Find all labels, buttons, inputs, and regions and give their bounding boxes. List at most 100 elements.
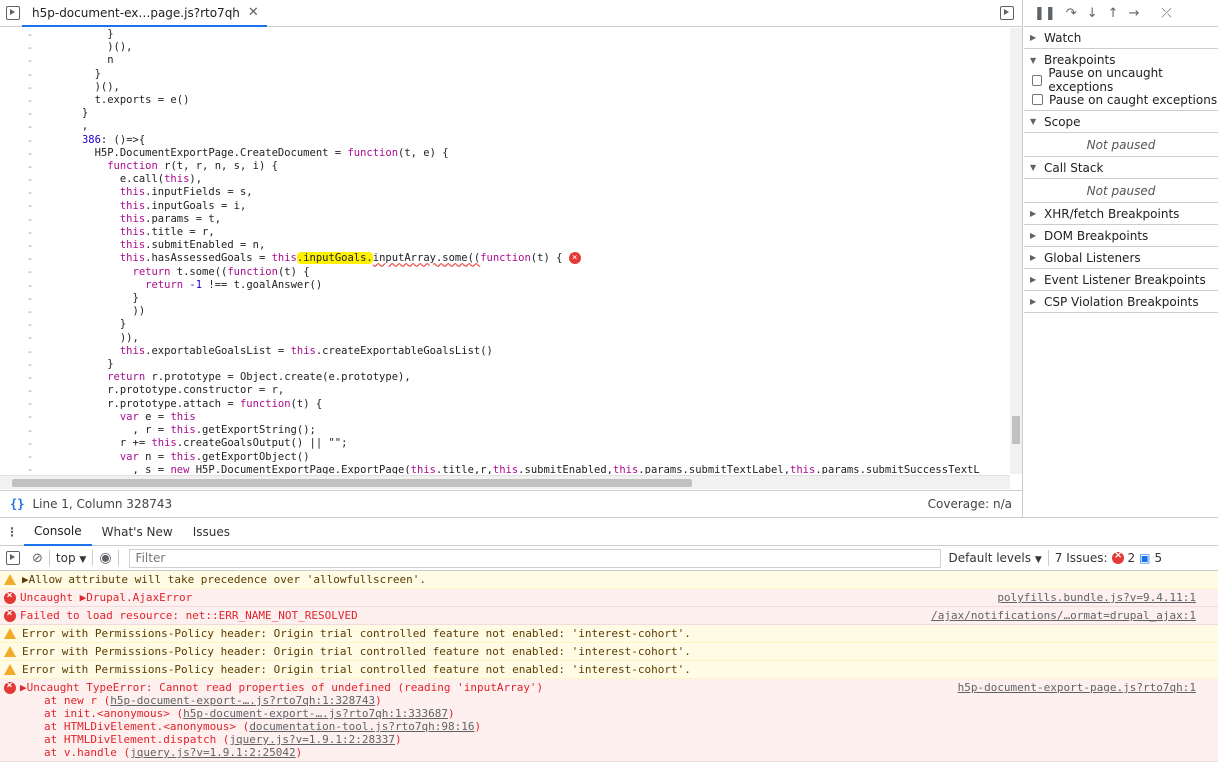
code-line[interactable]: this.exportableGoalsList = this.createEx… — [44, 345, 493, 357]
exception-message[interactable]: ▶Uncaught TypeError: Cannot read propert… — [0, 679, 1218, 762]
sidebar-section-event-listener-breakpoints[interactable]: ▶ Event Listener Breakpoints — [1024, 269, 1218, 291]
code-line[interactable]: r.prototype.attach = function(t) { — [44, 398, 322, 410]
code-line[interactable]: n — [44, 54, 113, 66]
console-message[interactable]: Error with Permissions-Policy header: Or… — [0, 661, 1218, 679]
toggle-debugger-icon[interactable] — [1000, 6, 1014, 20]
sidebar-section-csp-violation-breakpoints[interactable]: ▶ CSP Violation Breakpoints — [1024, 291, 1218, 313]
frame-prefix: at v.handle ( — [44, 746, 131, 759]
pause-icon[interactable]: ❚❚ — [1034, 6, 1056, 21]
eye-icon[interactable]: ◉ — [99, 550, 111, 566]
code-line[interactable]: function r(t, r, n, s, i) { — [44, 160, 278, 172]
code-line[interactable]: )), — [44, 332, 139, 344]
code-line[interactable]: } — [44, 68, 101, 80]
source-code[interactable]: } )(), n } )(), t.exports = e() } , 386:… — [44, 28, 1010, 474]
filter-input[interactable]: Filter — [128, 548, 941, 568]
code-line[interactable]: } — [44, 107, 88, 119]
vertical-scroll-thumb[interactable] — [1012, 416, 1020, 444]
pause-uncaught-option[interactable]: Pause on uncaught exceptions — [1024, 66, 1218, 94]
vertical-scrollbar[interactable] — [1010, 28, 1022, 474]
code-line[interactable]: this.inputGoals = i, — [44, 200, 246, 212]
tab-console[interactable]: Console — [24, 518, 92, 546]
code-line[interactable]: e.call(this), — [44, 173, 202, 185]
step-icon[interactable]: → — [1129, 6, 1140, 21]
pause-caught-option[interactable]: Pause on caught exceptions — [1024, 89, 1218, 111]
stack-frame-link[interactable]: jquery.js?v=1.9.1:2:25042 — [130, 746, 296, 759]
code-line[interactable]: return -1 !== t.goalAnswer() — [44, 279, 322, 291]
pretty-print-icon[interactable]: {} — [10, 497, 24, 511]
clear-console-icon[interactable]: ⊘ — [32, 551, 43, 566]
code-view[interactable]: } )(), n } )(), t.exports = e() } , 386:… — [44, 28, 1010, 474]
console-message[interactable]: Error with Permissions-Policy header: Or… — [0, 643, 1218, 661]
toggle-sidebar-icon[interactable] — [6, 551, 20, 565]
code-line[interactable]: , s = new H5P.DocumentExportPage.ExportP… — [44, 464, 980, 474]
source-link[interactable]: h5p-document-export-page.js?rto7qh:1 — [958, 681, 1196, 694]
code-line[interactable]: } — [44, 292, 139, 304]
console-message[interactable]: Error with Permissions-Policy header: Or… — [0, 625, 1218, 643]
horizontal-scrollbar[interactable] — [0, 475, 1010, 489]
code-line[interactable]: var e = this — [44, 411, 196, 423]
file-tab[interactable]: h5p-document-ex…page.js?rto7qh ✕ — [22, 0, 267, 27]
horizontal-scroll-thumb[interactable] — [12, 479, 692, 487]
scope-section[interactable]: ▼ Scope — [1024, 111, 1218, 133]
code-line[interactable]: this.params = t, — [44, 213, 221, 225]
error-icon[interactable]: × — [568, 252, 581, 265]
frame-suffix: ) — [447, 707, 455, 720]
breakpoint-sections: ▶ XHR/fetch Breakpoints ▶ DOM Breakpoints ▶ G… — [1024, 203, 1218, 313]
issues-counter[interactable]: 7 Issues: 2 ▣5 — [1055, 550, 1162, 565]
more-tabs-icon[interactable]: ⋮ — [0, 525, 24, 539]
step-out-icon[interactable]: ↑ — [1108, 6, 1119, 21]
sidebar-section-xhr-fetch-breakpoints[interactable]: ▶ XHR/fetch Breakpoints — [1024, 203, 1218, 225]
code-line[interactable]: )(), — [44, 41, 132, 53]
console-message[interactable]: Uncaught ▶Drupal.AjaxError polyfills.bund… — [0, 589, 1218, 607]
console-message[interactable]: ▶Allow attribute will take precedence ov… — [0, 571, 1218, 589]
pause-caught-checkbox[interactable] — [1032, 94, 1043, 105]
code-line[interactable]: this.inputFields = s, — [44, 186, 253, 198]
close-icon[interactable]: ✕ — [248, 5, 259, 20]
source-link[interactable]: /ajax/notifications/…ormat=drupal_ajax:1 — [931, 609, 1196, 622]
context-select[interactable]: top ▼ — [56, 551, 86, 565]
sidebar-section-dom-breakpoints[interactable]: ▶ DOM Breakpoints — [1024, 225, 1218, 247]
code-line[interactable]: r += this.createGoalsOutput() || ""; — [44, 437, 348, 449]
code-line[interactable]: t.exports = e() — [44, 94, 190, 106]
step-over-icon[interactable]: ↷ — [1066, 6, 1077, 21]
stack-frame-link[interactable]: documentation-tool.js?rto7qh:98:16 — [249, 720, 474, 733]
deactivate-breakpoints-icon[interactable]: ⤫ — [1161, 6, 1171, 21]
call-stack-section[interactable]: ▼ Call Stack — [1024, 157, 1218, 179]
message-text: Error with Permissions-Policy header: Or… — [22, 645, 691, 658]
code-line[interactable]: , r = this.getExportString(); — [44, 424, 316, 436]
frame-prefix: at new r ( — [44, 694, 111, 707]
code-line[interactable]: )) — [44, 305, 146, 317]
code-line[interactable]: this.submitEnabled = n, — [44, 239, 265, 251]
step-into-icon[interactable]: ↓ — [1087, 6, 1098, 21]
tab-issues[interactable]: Issues — [183, 518, 240, 546]
code-line[interactable]: return r.prototype = Object.create(e.pro… — [44, 371, 410, 383]
sidebar-section-global-listeners[interactable]: ▶ Global Listeners — [1024, 247, 1218, 269]
expand-icon: ▶ — [1030, 297, 1037, 306]
code-line[interactable]: this.title = r, — [44, 226, 215, 238]
watch-section[interactable]: ▶ Watch — [1024, 27, 1218, 49]
toggle-navigator-icon[interactable] — [6, 6, 20, 20]
stack-frame-link[interactable]: jquery.js?v=1.9.1:2:28337 — [229, 733, 395, 746]
code-line[interactable]: H5P.DocumentExportPage.CreateDocument = … — [44, 147, 449, 159]
code-line[interactable]: } — [44, 318, 126, 330]
code-line[interactable]: , — [44, 120, 88, 132]
code-line[interactable]: 386: ()=>{ — [44, 134, 145, 146]
divider — [92, 550, 94, 566]
code-line[interactable]: )(), — [44, 81, 120, 93]
code-line[interactable]: this.hasAssessedGoals = this.inputGoals.… — [44, 252, 581, 265]
stack-frame-link[interactable]: h5p-document-export-….js?rto7qh:1:328743 — [110, 694, 375, 707]
stack-frame-link[interactable]: h5p-document-export-….js?rto7qh:1:333687 — [183, 707, 448, 720]
code-line[interactable]: return t.some((function(t) { — [44, 266, 310, 278]
code-line[interactable]: } — [44, 358, 113, 370]
code-line[interactable]: } — [44, 28, 113, 40]
error-icon — [4, 590, 16, 604]
tab-whats-new[interactable]: What's New — [92, 518, 183, 546]
source-link[interactable]: polyfills.bundle.js?v=9.4.11:1 — [997, 591, 1196, 604]
pause-uncaught-checkbox[interactable] — [1032, 74, 1043, 86]
message-text: ▶Allow attribute will take precedence ov… — [22, 573, 426, 586]
scope-label: Scope — [1044, 114, 1081, 129]
code-line[interactable]: var n = this.getExportObject() — [44, 451, 310, 463]
console-message[interactable]: Failed to load resource: net::ERR_NAME_N… — [0, 607, 1218, 625]
levels-select[interactable]: Default levels ▼ — [949, 551, 1042, 565]
code-line[interactable]: r.prototype.constructor = r, — [44, 384, 284, 396]
